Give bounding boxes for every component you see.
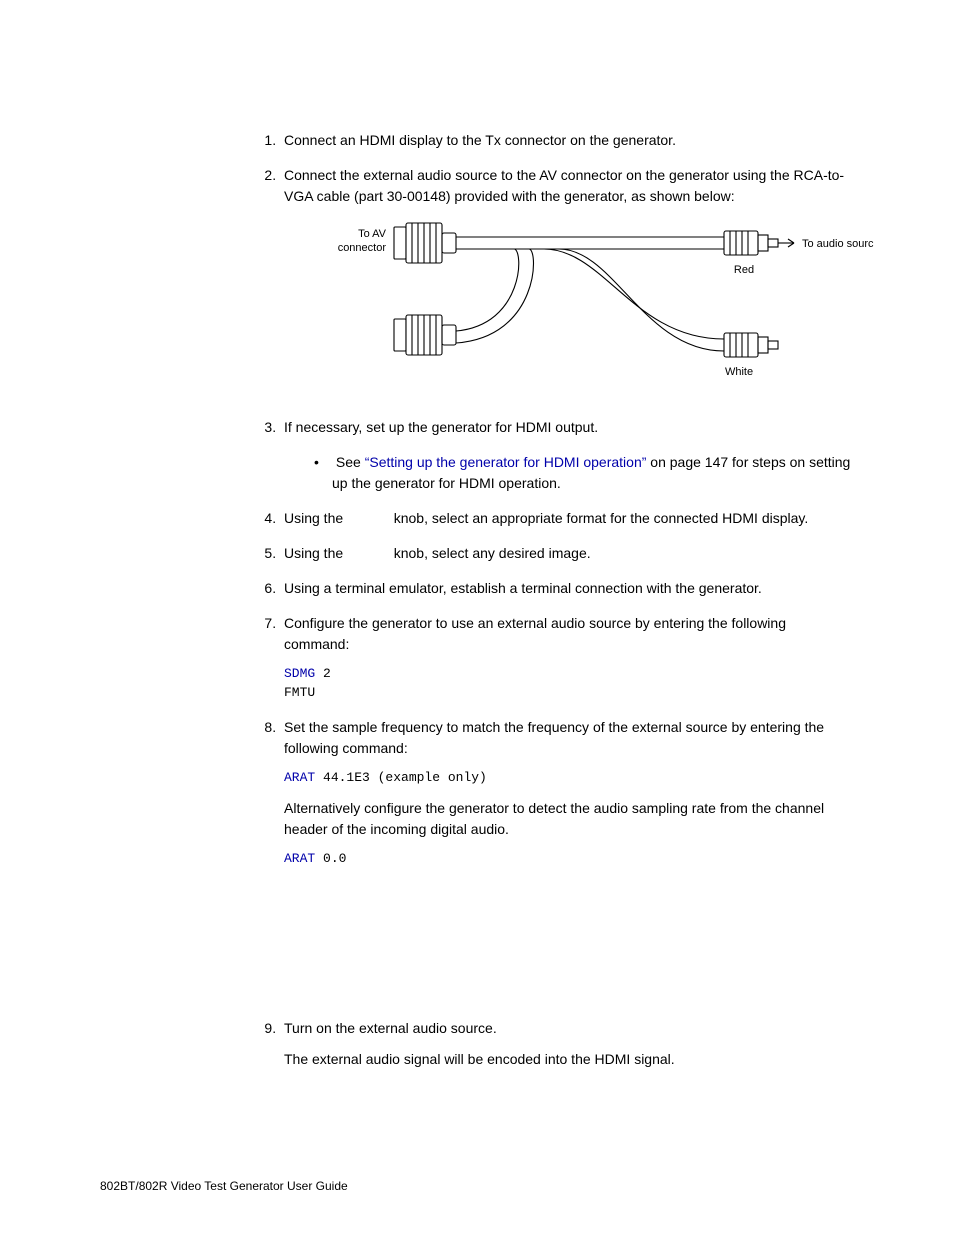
step-9-text: Turn on the external audio source. xyxy=(284,1020,497,1036)
step-3-text: If necessary, set up the generator for H… xyxy=(284,419,598,435)
step-6-text: Using a terminal emulator, establish a t… xyxy=(284,580,762,596)
cmd-arat-2: ARAT xyxy=(284,851,315,866)
cmd-arat-1-arg: 44.1E3 (example only) xyxy=(315,770,487,785)
vga-connector-top xyxy=(394,223,456,263)
vga-connector-bottom xyxy=(394,315,456,355)
cable-diagram-svg: To AV connector xyxy=(314,219,874,389)
code-block-arat-2: ARAT 0.0 xyxy=(284,850,854,869)
step-4: Using the knob, select an appropriate fo… xyxy=(280,508,854,529)
step-2-text: Connect the external audio source to the… xyxy=(284,167,844,204)
cable-diagram: To AV connector xyxy=(314,219,854,395)
step-9-para: The external audio signal will be encode… xyxy=(284,1049,854,1070)
step-8-para: Alternatively configure the generator to… xyxy=(284,798,854,840)
step-3: If necessary, set up the generator for H… xyxy=(280,417,854,494)
step-7-text: Configure the generator to use an extern… xyxy=(284,615,786,652)
step-3-sub: See “Setting up the generator for HDMI o… xyxy=(314,452,854,494)
step-5-pre: Using the xyxy=(284,545,347,561)
step-4-post: knob, select an appropriate format for t… xyxy=(390,510,808,526)
diagram-label-red: Red xyxy=(734,264,754,276)
hdmi-setup-link[interactable]: “Setting up the generator for HDMI opera… xyxy=(365,454,647,470)
diagram-label-to-audio: To audio source xyxy=(802,238,874,250)
cmd-fmtu: FMTU xyxy=(284,685,315,700)
code-block-arat-1: ARAT 44.1E3 (example only) xyxy=(284,769,854,788)
diagram-label-connector: connector xyxy=(338,242,387,254)
cmd-sdmg: SDMG xyxy=(284,666,315,681)
step-6: Using a terminal emulator, establish a t… xyxy=(280,578,854,599)
step-4-pre: Using the xyxy=(284,510,347,526)
diagram-label-white: White xyxy=(725,366,753,378)
step-1-text: Connect an HDMI display to the Tx connec… xyxy=(284,132,676,148)
procedure-list: Connect an HDMI display to the Tx connec… xyxy=(100,130,854,1070)
cmd-sdmg-arg: 2 xyxy=(315,666,331,681)
step-9: Turn on the external audio source. The e… xyxy=(280,1018,854,1070)
page-footer: 802BT/802R Video Test Generator User Gui… xyxy=(100,1179,348,1193)
diagram-label-to-av: To AV xyxy=(358,228,387,240)
step-5: Using the knob, select any desired image… xyxy=(280,543,854,564)
cmd-arat-2-arg: 0.0 xyxy=(315,851,346,866)
step-2: Connect the external audio source to the… xyxy=(280,165,854,395)
step-3-sub-pre: See xyxy=(336,454,365,470)
rca-plug-white xyxy=(724,333,778,357)
step-8-text: Set the sample frequency to match the fr… xyxy=(284,719,824,756)
step-1: Connect an HDMI display to the Tx connec… xyxy=(280,130,854,151)
step-5-post: knob, select any desired image. xyxy=(390,545,591,561)
step-7: Configure the generator to use an extern… xyxy=(280,613,854,703)
code-block-sdmg: SDMG 2 FMTU xyxy=(284,665,854,703)
cmd-arat-1: ARAT xyxy=(284,770,315,785)
rca-plug-red xyxy=(724,231,794,255)
step-8: Set the sample frequency to match the fr… xyxy=(280,717,854,869)
